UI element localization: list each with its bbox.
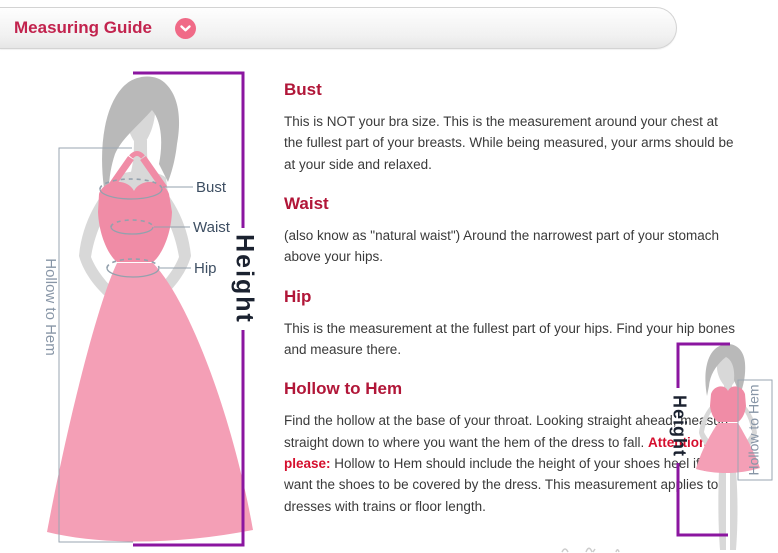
small-hollow-to-hem-label: Hollow to Hem [746, 384, 762, 475]
cutoff-text-artifact [556, 544, 636, 553]
waist-label: Waist [193, 219, 231, 236]
section-body-bust: This is NOT your bra size. This is the m… [284, 111, 736, 175]
small-figure-right-leg [730, 470, 738, 550]
hollow-to-hem-label: Hollow to Hem [42, 258, 59, 356]
measuring-guide-header[interactable]: Measuring Guide [0, 7, 677, 49]
measuring-diagram-main: Bust Waist Hip Hollow to Hem Height [30, 60, 260, 553]
small-height-label: Height [669, 395, 689, 457]
section-body-waist: (also know as "natural waist") Around th… [284, 225, 736, 268]
section-bust: Bust This is NOT your bra size. This is … [284, 80, 736, 175]
section-heading-hip: Hip [284, 287, 736, 307]
small-dress-bodice [710, 386, 746, 422]
bust-label: Bust [196, 179, 227, 196]
measuring-diagram-small: Hollow to Hem Height [660, 338, 778, 553]
dress-skirt [47, 263, 253, 542]
chevron-glyph [179, 22, 192, 35]
dress-bodice [98, 182, 172, 262]
section-waist: Waist (also know as "natural waist") Aro… [284, 194, 736, 268]
height-label: Height [230, 234, 258, 324]
section-heading-bust: Bust [284, 80, 736, 100]
page-title: Measuring Guide [14, 18, 152, 38]
section-heading-waist: Waist [284, 194, 736, 214]
small-figure-left-leg [718, 470, 726, 550]
hip-label: Hip [194, 260, 217, 277]
chevron-down-icon[interactable] [175, 18, 196, 39]
